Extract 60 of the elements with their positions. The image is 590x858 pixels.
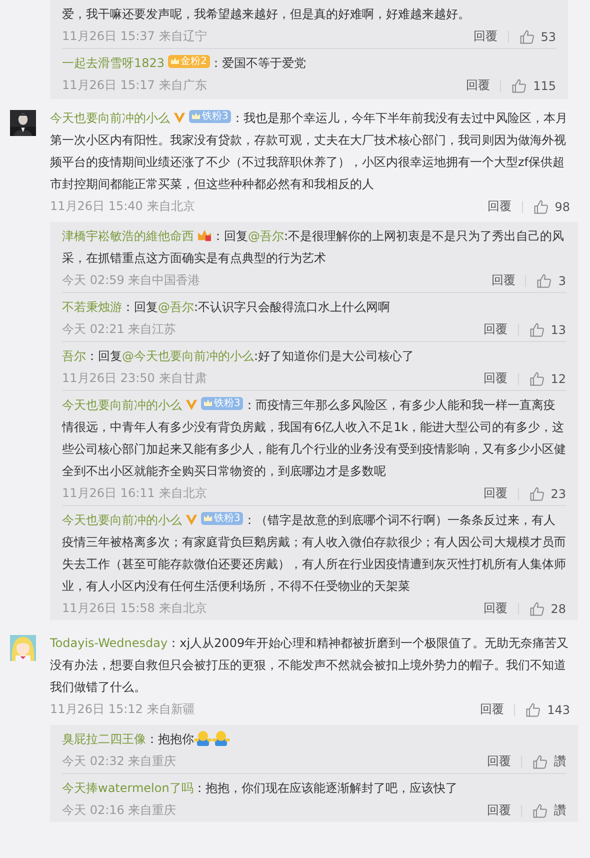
reply-button[interactable]: 回覆 — [474, 321, 518, 338]
thumbs-up-icon — [536, 272, 552, 288]
thumbs-up-icon — [528, 486, 545, 502]
reply-button[interactable]: 回覆 — [477, 802, 521, 819]
like-button[interactable]: 3 — [526, 272, 566, 288]
reply-text: 一起去滑雪呀1823 金粉2 ：爱国不等于爱党 — [62, 54, 307, 72]
thumbs-up-icon — [532, 754, 548, 770]
reply-text: 不若秉烛游：回复@吾尔:不认识字只会酸得流口水上什么网啊 — [62, 299, 392, 316]
thumbs-up-icon — [525, 702, 542, 718]
reply-text: 爱，我干嘛还要发声呢，我希望越来越好，但是真的好难啊，好难越来越好。 — [62, 6, 471, 23]
reply-text: 津橋宇崧敏浩的維他命西 ：回复@吾尔:不是很理解你的上网初衷是不是只为了秀出自己的风采，在抓错重点这方面确实是有点典型的行为艺术 — [62, 228, 566, 267]
comment-time: 11月26日 15:12 来自新疆 — [50, 701, 196, 718]
like-button[interactable]: 23 — [518, 486, 566, 502]
crown-icon — [197, 229, 212, 242]
comment-text: Todayis-Wednesday：xj人从2009年开始心理和精神都被折磨到一个极限值了。无助无奈痛苦又没有办法，想要自救但只会被打压的更狠，不能发声不然就会被扣上境外势力的帽子。我们不知道我们做错了什么。 — [50, 635, 570, 696]
like-button[interactable]: 13 — [518, 322, 566, 338]
fan-badge: 铁粉3 — [201, 512, 244, 524]
reply-time: 今天 02:59 来自中国香港 — [62, 272, 202, 289]
like-button[interactable]: 143 — [515, 702, 570, 718]
comment-time: 11月26日 15:40 来自北京 — [50, 198, 196, 215]
like-button[interactable]: 讚 — [522, 802, 566, 819]
fan-badge: 铁粉3 — [201, 396, 244, 410]
like-button[interactable]: 98 — [522, 198, 570, 214]
reply-button[interactable]: 回覆 — [481, 272, 526, 289]
reply-time: 11月26日 23:50 来自甘肃 — [62, 370, 208, 387]
like-button[interactable]: 12 — [518, 370, 566, 386]
reply-text: 今天也要向前冲的小么 铁粉3 ：（错字是故意的到底哪个词不行啊）一条条反过来，有人疫情三年被格离多次；有家庭背负巨鹅房戴；有人收入微伯存款很少；有人因公司大规模才员而失去工作（甚至可能存款微伯还要还房戴），有人所在行业因疫情遭到灰灭性打机所有人集体师业，有人小区内没有任何生活便利场所，不得不任受物业的天架菜 — [62, 510, 566, 595]
thumbs-up-icon — [532, 802, 548, 818]
like-button[interactable]: 115 — [501, 78, 556, 94]
reply-time: 11月26日 15:37 来自辽宁 — [62, 28, 208, 45]
reply-button[interactable]: 回覆 — [477, 753, 521, 770]
thumbs-up-icon — [532, 198, 549, 214]
reply-button[interactable]: 回覆 — [474, 485, 518, 502]
reply-time: 今天 02:16 来自重庆 — [62, 802, 178, 819]
comment-text: 今天也要向前冲的小么 铁粉3 ：我也是那个幸运儿，今年下半年前我没有去过中风险区，本月第一次小区内有阳性。我家没有贷款，存款可观，丈夫在大厂技术核心部门，我司则因为做海外视频平台的疫情期间业绩还涨了不少（不过我辞职休养了），小区内很幸运地拥有一个大型zf保供超市封控期间都能正常买菜，但这些种种都必然有和我相反的人 — [50, 108, 568, 193]
thumbs-up-icon — [528, 600, 545, 616]
thumbs-up-icon — [528, 370, 545, 386]
reply-button[interactable]: 回覆 — [474, 370, 518, 387]
thumbs-up-icon — [518, 28, 535, 44]
reply-time: 今天 02:32 来自重庆 — [62, 753, 178, 770]
reply-text: 今天也要向前冲的小么 铁粉3 ：而疫情三年那么多风险区，有多少人能和我一样一直离疫情很远，中青年人有多少没有背负房戴，我国有6亿人收入不足1k，能进大型公司的有多少，这些公司核心部门加起来又能有多少人，能有几个行业的业务没有受到疫情影响，又有多少小区健全到不出小区就能齐全购买日常物资的，到底哪边才是多数呢 — [62, 396, 566, 480]
fan-badge: 金粉2 — [168, 54, 210, 68]
reply-button[interactable]: 回覆 — [456, 77, 500, 94]
reply-time: 11月26日 15:17 来自广东 — [62, 77, 208, 94]
fan-badge: 铁粉3 — [189, 110, 232, 122]
reply-time: 今天 02:21 来自江苏 — [62, 321, 178, 338]
reply-time: 11月26日 15:58 来自北京 — [62, 600, 208, 617]
like-button[interactable]: 讚 — [522, 753, 566, 770]
reply-button[interactable]: 回覆 — [478, 198, 522, 215]
reply-text: 吾尔：回复@今天也要向前冲的小么:好了知道你们是大公司核心了 — [62, 348, 416, 365]
reply-button[interactable]: 回覆 — [470, 701, 514, 718]
thumbs-up-icon — [511, 78, 528, 94]
reply-button[interactable]: 回覆 — [464, 28, 508, 45]
reply-time: 11月26日 16:11 来自北京 — [62, 485, 208, 502]
reply-text: 今天捧watermelon了吗：抱抱，你们现在应该能逐渐解封了吧，应该快了 — [62, 780, 458, 797]
like-button[interactable]: 28 — [518, 600, 566, 616]
reply-button[interactable]: 回覆 — [474, 600, 518, 617]
thumbs-up-icon — [528, 322, 545, 338]
like-button[interactable]: 53 — [508, 28, 556, 44]
reply-text: 臭屁拉二四王像：抱抱你 — [62, 728, 566, 750]
